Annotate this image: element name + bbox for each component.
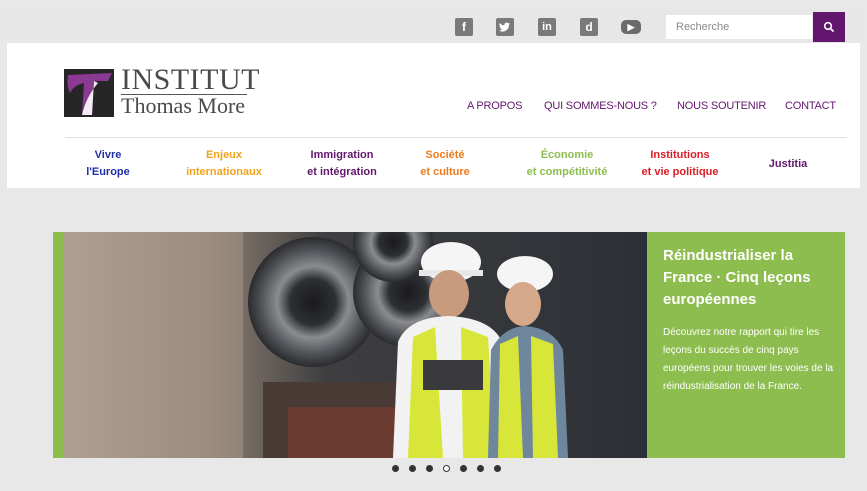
dailymotion-icon[interactable]: d [580, 18, 598, 36]
category-societe-culture[interactable]: Société et culture [412, 147, 478, 181]
hero-text-panel[interactable]: Réindustrialiser la France · Cinq leçons… [647, 232, 845, 458]
search-button[interactable] [813, 12, 845, 42]
slider-dot[interactable] [409, 465, 416, 472]
category-justitia[interactable]: Justitia [767, 156, 809, 173]
site-logo[interactable]: INSTITUT Thomas More [64, 65, 259, 123]
youtube-icon[interactable]: ▶ [621, 20, 641, 34]
category-line1: Société [425, 149, 465, 161]
logo-subtitle: Thomas More [121, 93, 246, 118]
header-divider [65, 137, 847, 138]
category-line2: et culture [420, 166, 470, 178]
twitter-icon[interactable] [496, 18, 514, 36]
linkedin-icon[interactable]: in [538, 18, 556, 36]
category-line1: Immigration [310, 149, 374, 161]
search-icon [823, 21, 835, 33]
category-line1: Institutions [650, 149, 710, 161]
slider-dot[interactable] [477, 465, 484, 472]
category-institutions[interactable]: Institutions et vie politique [637, 147, 723, 181]
slider-dots [392, 465, 501, 472]
twitter-bird-icon [499, 22, 510, 32]
category-line1: Économie [540, 149, 594, 161]
hero-image[interactable] [63, 232, 647, 458]
category-economie[interactable]: Économie et compétitivité [521, 147, 613, 181]
category-line2: et compétitivité [526, 166, 608, 178]
category-line1: Justitia [768, 158, 808, 170]
category-line1: Vivre [94, 149, 122, 161]
category-line2: internationaux [186, 166, 262, 178]
nav-nous-soutenir[interactable]: NOUS SOUTENIR [677, 100, 766, 112]
category-immigration[interactable]: Immigration et intégration [303, 147, 381, 181]
hero-title[interactable]: Réindustrialiser la France · Cinq leçons… [663, 245, 833, 311]
category-line2: l'Europe [86, 166, 130, 178]
slider-dot[interactable] [426, 465, 433, 472]
logo-emblem-shape [64, 69, 114, 117]
hero-photo-workers [63, 232, 647, 458]
hero-description: Découvrez notre rapport qui tire les leç… [663, 327, 834, 392]
category-enjeux-internationaux[interactable]: Enjeux internationaux [182, 147, 266, 181]
page: f in d ▶ INSTITUT Thomas More A PROPOS [7, 9, 860, 491]
category-vivre-europe[interactable]: Vivre l'Europe [84, 147, 132, 181]
category-line2: et intégration [307, 166, 377, 178]
search-input[interactable] [666, 15, 812, 39]
logo-emblem-icon [64, 69, 114, 117]
facebook-icon[interactable]: f [455, 18, 473, 36]
slider-dot-active[interactable] [443, 465, 450, 472]
slider-dot[interactable] [460, 465, 467, 472]
nav-qui-sommes-nous[interactable]: QUI SOMMES-NOUS ? [544, 100, 657, 112]
category-line2: et vie politique [641, 166, 719, 178]
nav-contact[interactable]: CONTACT [785, 100, 836, 112]
category-line1: Enjeux [205, 149, 243, 161]
slider-dot[interactable] [494, 465, 501, 472]
slider-dot[interactable] [392, 465, 399, 472]
top-bar: f in d ▶ [7, 9, 860, 43]
logo-title: INSTITUT [121, 63, 260, 96]
nav-a-propos[interactable]: A PROPOS [467, 100, 522, 112]
